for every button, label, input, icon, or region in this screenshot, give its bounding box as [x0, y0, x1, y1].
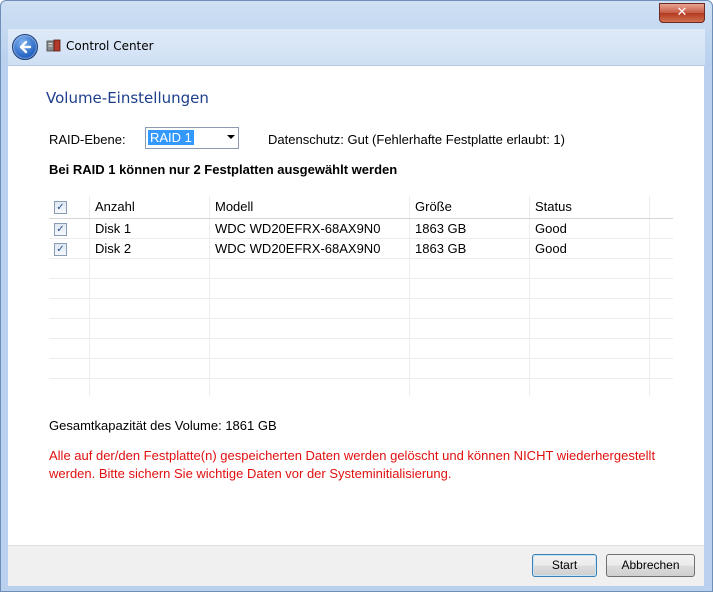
cell-modell: WDC WD20EFRX-68AX9N0	[215, 221, 381, 236]
column-divider	[89, 196, 90, 396]
button-bar: Start Abbrechen	[8, 545, 704, 586]
content-area: Volume-Einstellungen RAID-Ebene: RAID 1 …	[8, 65, 704, 546]
raid-note: Bei RAID 1 können nur 2 Festplatten ausg…	[49, 162, 398, 177]
app-title: Control Center	[66, 39, 154, 53]
check-icon: ✓	[56, 244, 65, 255]
column-divider	[409, 196, 410, 396]
cell-anzahl: Disk 1	[95, 221, 132, 236]
cell-status: Good	[535, 241, 567, 256]
row-divider	[49, 298, 673, 299]
back-button[interactable]	[12, 34, 38, 60]
cell-status: Good	[535, 221, 567, 236]
control-center-icon	[46, 38, 61, 53]
total-capacity: Gesamtkapazität des Volume: 1861 GB	[49, 418, 277, 433]
close-icon: ✕	[676, 5, 688, 20]
page-title: Volume-Einstellungen	[46, 89, 209, 107]
column-header-anzahl[interactable]: Anzahl	[95, 196, 135, 218]
row-divider	[49, 378, 673, 379]
row-divider	[49, 278, 673, 279]
row-checkbox[interactable]: ✓	[54, 223, 67, 236]
cell-modell: WDC WD20EFRX-68AX9N0	[215, 241, 381, 256]
cell-anzahl: Disk 2	[95, 241, 132, 256]
check-icon: ✓	[56, 202, 65, 213]
row-divider	[49, 338, 673, 339]
column-header-status[interactable]: Status	[535, 196, 572, 218]
row-divider	[49, 318, 673, 319]
cell-groesse: 1863 GB	[415, 221, 467, 236]
select-all-checkbox[interactable]: ✓	[54, 201, 67, 214]
data-protection-text: Datenschutz: Gut (Fehlerhafte Festplatte…	[268, 132, 565, 147]
raid-level-value: RAID 1	[148, 130, 194, 145]
column-divider	[649, 196, 650, 396]
column-divider	[529, 196, 530, 396]
column-header-modell[interactable]: Modell	[215, 196, 253, 218]
check-icon: ✓	[56, 224, 65, 235]
cell-groesse: 1863 GB	[415, 241, 467, 256]
back-arrow-icon	[19, 40, 32, 54]
row-checkbox[interactable]: ✓	[54, 243, 67, 256]
column-header-groesse[interactable]: Größe	[415, 196, 452, 218]
raid-level-label: RAID-Ebene:	[49, 132, 126, 147]
close-button[interactable]: ✕	[659, 3, 705, 23]
disk-table: ✓ Anzahl Modell Größe Status ✓ Disk 1 WD…	[49, 196, 673, 396]
start-button[interactable]: Start	[532, 554, 597, 577]
chevron-down-icon[interactable]	[227, 135, 235, 139]
navigation-bar: Control Center	[8, 29, 705, 65]
column-divider	[209, 196, 210, 396]
data-loss-warning: Alle auf der/den Festplatte(n) gespeiche…	[49, 448, 656, 481]
cancel-button[interactable]: Abbrechen	[606, 554, 695, 577]
row-divider	[49, 358, 673, 359]
dialog-window: ✕ Control Center Volume-Einstellungen RA…	[0, 0, 713, 592]
raid-level-select[interactable]: RAID 1	[145, 127, 239, 149]
